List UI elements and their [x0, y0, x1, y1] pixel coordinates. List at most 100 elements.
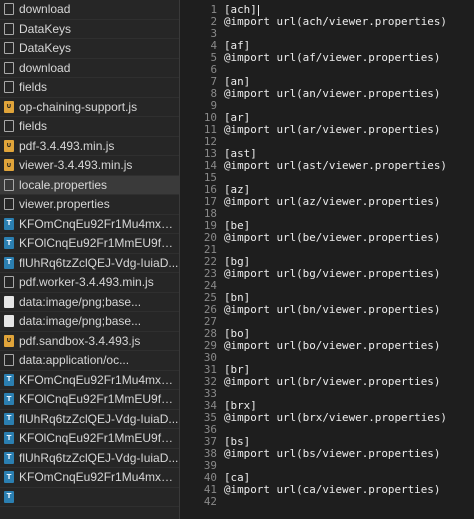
file-item[interactable]: fields — [0, 78, 179, 98]
file-name: KFOmCnqEu92Fr1Mu4mxK... — [19, 470, 179, 485]
document-icon — [4, 61, 14, 74]
file-item[interactable]: T KFOlCnqEu92Fr1MmEU9fB... — [0, 429, 179, 449]
line-number: 1 — [210, 3, 217, 16]
line-number: 42 — [203, 495, 217, 508]
file-name: download — [19, 2, 71, 17]
document-icon — [4, 3, 14, 16]
file-item[interactable]: T KFOmCnqEu92Fr1Mu4mxK... — [0, 468, 179, 488]
line-number: 28 — [203, 327, 217, 340]
code-text: @import url(ca/viewer.properties) — [224, 483, 441, 496]
line-number: 7 — [210, 75, 217, 88]
code-text: @import url(af/viewer.properties) — [224, 51, 441, 64]
file-name: flUhRq6tzZclQEJ-Vdg-IuiaD... — [19, 450, 179, 465]
js-file-icon: ∪ — [4, 334, 14, 347]
file-item[interactable]: TflUhRq6tzZclQEJ-Vdg-IuiaD... — [0, 254, 179, 273]
line-number: 21 — [203, 243, 217, 256]
code-text: @import url(an/viewer.properties) — [224, 87, 441, 100]
line-number: 22 — [203, 255, 217, 268]
file-name: KFOlCnqEu92Fr1MmEU9fB... — [19, 236, 179, 251]
line-number: 32 — [203, 375, 217, 388]
file-item[interactable]: T KFOmCnqEu92Fr1Mu4mxK... — [0, 215, 179, 234]
font-file-icon: T — [4, 412, 14, 425]
line-number: 6 — [210, 63, 217, 76]
file-item[interactable]: ∪ op-chaining-support.js — [0, 98, 179, 117]
font-file-icon: T — [4, 237, 14, 250]
file-name: fields — [19, 119, 48, 134]
file-item[interactable]: data:image/png;base... — [0, 312, 179, 332]
code-line: 42 — [180, 496, 474, 508]
line-number: 4 — [210, 39, 217, 52]
font-file-icon: T — [4, 393, 14, 406]
line-number: 38 — [203, 447, 217, 460]
document-icon — [4, 81, 14, 94]
file-item[interactable]: DataKeys — [0, 20, 179, 39]
line-number: 13 — [203, 147, 217, 160]
code-line: 35 @import url(brx/viewer.properties) — [180, 412, 474, 424]
code-line: 2 @import url(ach/viewer.properties) — [180, 16, 474, 28]
file-list[interactable]: download DataKeys DataKeys download fields ∪ o… — [0, 0, 180, 519]
file-name: pdf-3.4.493.min.js — [19, 138, 115, 153]
document-icon — [4, 120, 14, 133]
file-item[interactable]: data:image/png;base... — [0, 293, 179, 312]
file-item[interactable]: fields — [0, 117, 179, 137]
code-editor[interactable]: 1 [ach] 2 @import url(ach/viewer.properties… — [180, 0, 474, 519]
file-item[interactable]: DataKeys — [0, 39, 179, 59]
line-number: 3 — [210, 27, 217, 40]
font-file-icon: T — [4, 451, 14, 464]
line-number: 30 — [203, 351, 217, 364]
file-item[interactable]: T — [0, 488, 179, 507]
code-text: @import url(bg/viewer.properties) — [224, 267, 441, 280]
document-icon — [4, 22, 14, 35]
file-item[interactable]: T KFOmCnqEu92Fr1Mu4mxK... — [0, 371, 179, 390]
line-number: 23 — [203, 267, 217, 280]
line-number: 40 — [203, 471, 217, 484]
file-name: DataKeys — [19, 41, 72, 56]
file-item[interactable]: T KFOlCnqEu92Fr1MmEU9fB... — [0, 390, 179, 410]
document-icon — [4, 178, 14, 191]
file-item[interactable]: viewer.properties — [0, 195, 179, 215]
file-name: KFOmCnqEu92Fr1Mu4mxK... — [19, 216, 179, 231]
font-file-icon: T — [4, 490, 14, 503]
file-item[interactable]: pdf.worker-3.4.493.min.js — [0, 273, 179, 293]
file-item[interactable]: download — [0, 59, 179, 78]
document-icon — [4, 276, 14, 289]
document-icon — [4, 42, 14, 55]
line-number: 18 — [203, 207, 217, 220]
file-item[interactable]: TflUhRq6tzZclQEJ-Vdg-IuiaD... — [0, 410, 179, 429]
line-number: 10 — [203, 111, 217, 124]
file-name: fields — [19, 80, 48, 95]
code-line: 17 @import url(az/viewer.properties) — [180, 196, 474, 208]
line-number: 31 — [203, 363, 217, 376]
code-line: 23 @import url(bg/viewer.properties) — [180, 268, 474, 280]
line-number: 5 — [210, 51, 217, 64]
js-file-icon: ∪ — [4, 100, 14, 113]
file-item[interactable]: data:application/oc... — [0, 351, 179, 371]
file-item[interactable]: TflUhRq6tzZclQEJ-Vdg-IuiaD... — [0, 449, 179, 468]
file-name: KFOlCnqEu92Fr1MmEU9fB... — [19, 392, 179, 407]
file-item[interactable]: locale.properties — [0, 175, 179, 195]
code-line: 20 @import url(be/viewer.properties) — [180, 232, 474, 244]
file-name: data:application/oc... — [19, 353, 130, 368]
file-name: viewer.properties — [19, 197, 110, 212]
file-item[interactable]: ∪ viewer-3.4.493.min.js — [0, 156, 179, 176]
document-icon — [4, 354, 14, 367]
line-number: 17 — [203, 195, 217, 208]
font-file-icon: T — [4, 432, 14, 445]
file-name: download — [19, 60, 71, 75]
file-item[interactable]: ∪ pdf.sandbox-3.4.493.js — [0, 332, 179, 351]
code-line: 5 @import url(af/viewer.properties) — [180, 52, 474, 64]
file-item[interactable]: download — [0, 0, 179, 20]
file-name: flUhRq6tzZclQEJ-Vdg-IuiaD... — [19, 255, 179, 270]
line-number: 16 — [203, 183, 217, 196]
code-line: 38 @import url(bs/viewer.properties) — [180, 448, 474, 460]
js-file-icon: ∪ — [4, 159, 14, 172]
file-item[interactable]: T KFOlCnqEu92Fr1MmEU9fB... — [0, 234, 179, 254]
code-text: @import url(ast/viewer.properties) — [224, 159, 447, 172]
file-name: data:image/png;base... — [19, 314, 142, 329]
code-text: @import url(az/viewer.properties) — [224, 195, 441, 208]
image-file-icon — [4, 315, 14, 328]
font-file-icon: T — [4, 256, 14, 269]
line-number: 26 — [203, 303, 217, 316]
line-number: 33 — [203, 387, 217, 400]
file-item[interactable]: ∪ pdf-3.4.493.min.js — [0, 137, 179, 156]
